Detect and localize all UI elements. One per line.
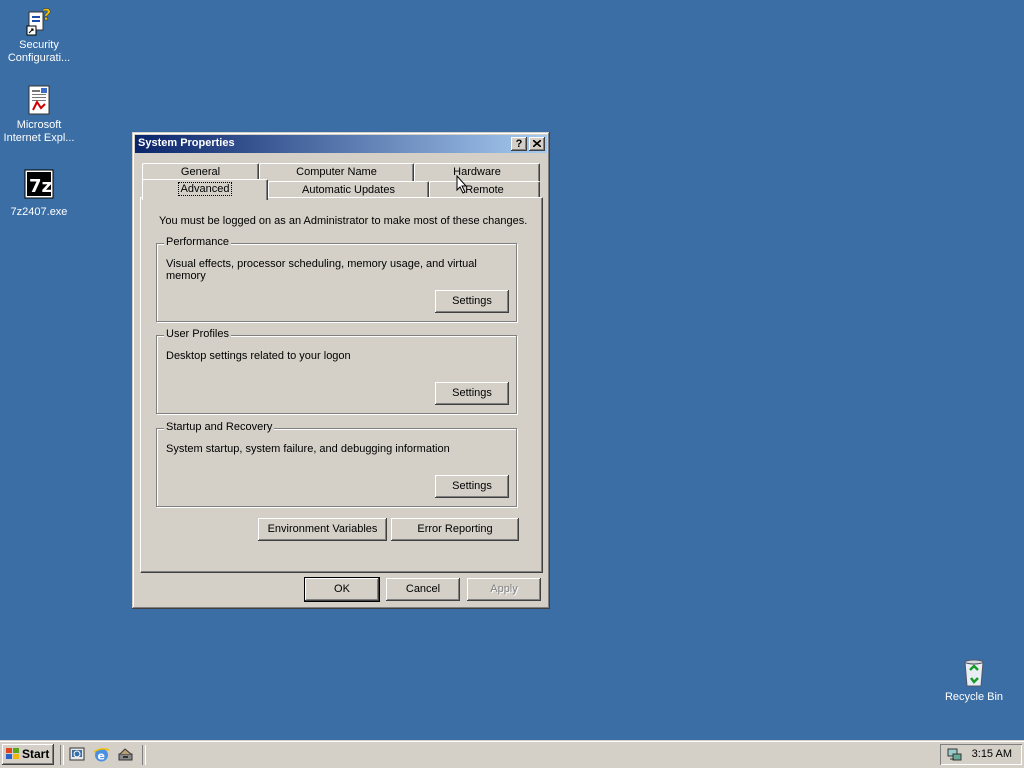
error-reporting-button[interactable]: Error Reporting bbox=[391, 518, 519, 541]
desktop-icon-ie[interactable]: Microsoft Internet Expl... bbox=[0, 84, 78, 145]
svg-text:7z: 7z bbox=[29, 176, 52, 197]
tab-label: Automatic Updates bbox=[302, 184, 395, 196]
network-icon[interactable] bbox=[117, 746, 134, 763]
ok-button[interactable]: OK bbox=[305, 578, 379, 601]
tab-computer-name[interactable]: Computer Name bbox=[259, 163, 414, 181]
desktop-icon-security-config[interactable]: ? Security Configurati... bbox=[0, 4, 78, 65]
tab-label: General bbox=[180, 166, 221, 178]
desktop-icon-label: Microsoft Internet Expl... bbox=[3, 119, 75, 144]
security-config-shortcut-icon: ? bbox=[23, 4, 55, 36]
startup-recovery-settings-button[interactable]: Settings bbox=[435, 475, 509, 498]
tab-label: Computer Name bbox=[296, 166, 377, 178]
ie-document-icon bbox=[23, 84, 55, 116]
group-description: System startup, system failure, and debu… bbox=[166, 443, 450, 455]
window-title: System Properties bbox=[138, 137, 235, 149]
button-label: Settings bbox=[452, 387, 492, 399]
button-label: Settings bbox=[452, 295, 492, 307]
button-label: OK bbox=[334, 583, 350, 595]
desktop-icon-label: Recycle Bin bbox=[944, 691, 1004, 703]
start-button[interactable]: Start bbox=[2, 744, 54, 765]
7zip-icon: 7z bbox=[23, 168, 55, 200]
svg-text:e: e bbox=[98, 750, 105, 763]
start-label: Start bbox=[22, 747, 50, 761]
performance-settings-button[interactable]: Settings bbox=[435, 290, 509, 313]
cancel-button[interactable]: Cancel bbox=[386, 578, 460, 601]
close-button[interactable] bbox=[529, 137, 545, 151]
startup-recovery-group: Startup and Recovery System startup, sys… bbox=[156, 421, 517, 507]
recycle-bin-icon bbox=[958, 656, 990, 688]
svg-text:?: ? bbox=[42, 5, 51, 24]
button-label: Apply bbox=[490, 583, 518, 595]
group-description: Desktop settings related to your logon bbox=[166, 350, 351, 362]
system-properties-window: System Properties ? General Computer Nam… bbox=[132, 132, 550, 609]
tab-label: Remote bbox=[465, 184, 504, 196]
desktop-icon-7zip[interactable]: 7z 7z2407.exe bbox=[0, 168, 78, 219]
windows-flag-icon bbox=[6, 748, 19, 759]
group-title: Performance bbox=[164, 236, 231, 248]
apply-button[interactable]: Apply bbox=[467, 578, 541, 601]
group-description: Visual effects, processor scheduling, me… bbox=[166, 258, 477, 282]
button-label: Error Reporting bbox=[417, 523, 493, 535]
tab-label: Advanced bbox=[177, 182, 233, 196]
desktop-icon-label: Security Configurati... bbox=[7, 39, 71, 64]
user-profiles-group: User Profiles Desktop settings related t… bbox=[156, 328, 517, 414]
show-desktop-icon[interactable] bbox=[69, 746, 86, 763]
tray-network-icon[interactable] bbox=[946, 746, 963, 763]
advanced-tab-panel: You must be logged on as an Administrato… bbox=[140, 197, 543, 573]
taskbar-separator bbox=[60, 745, 64, 765]
internet-explorer-icon[interactable]: e bbox=[93, 746, 110, 763]
desktop-icon-recycle-bin[interactable]: Recycle Bin bbox=[935, 656, 1013, 704]
mouse-cursor-icon bbox=[456, 175, 468, 194]
taskbar-separator bbox=[142, 745, 146, 765]
title-bar[interactable]: System Properties ? bbox=[135, 135, 547, 153]
group-title: Startup and Recovery bbox=[164, 421, 275, 433]
clock[interactable]: 3:15 AM bbox=[972, 748, 1012, 760]
admin-notice: You must be logged on as an Administrato… bbox=[159, 215, 528, 227]
tab-hardware[interactable]: Hardware bbox=[414, 163, 540, 181]
button-label: Settings bbox=[452, 480, 492, 492]
button-label: Environment Variables bbox=[267, 523, 378, 535]
close-icon bbox=[532, 139, 542, 148]
environment-variables-button[interactable]: Environment Variables bbox=[258, 518, 387, 541]
button-label: Cancel bbox=[405, 583, 441, 595]
system-tray: 3:15 AM bbox=[940, 744, 1022, 765]
help-button[interactable]: ? bbox=[511, 137, 527, 151]
tab-advanced[interactable]: Advanced bbox=[142, 179, 268, 200]
group-title: User Profiles bbox=[164, 328, 231, 340]
taskbar: Start e 3:15 AM bbox=[0, 740, 1024, 768]
user-profiles-settings-button[interactable]: Settings bbox=[435, 382, 509, 405]
desktop-icon-label: 7z2407.exe bbox=[10, 206, 68, 218]
performance-group: Performance Visual effects, processor sc… bbox=[156, 236, 517, 322]
